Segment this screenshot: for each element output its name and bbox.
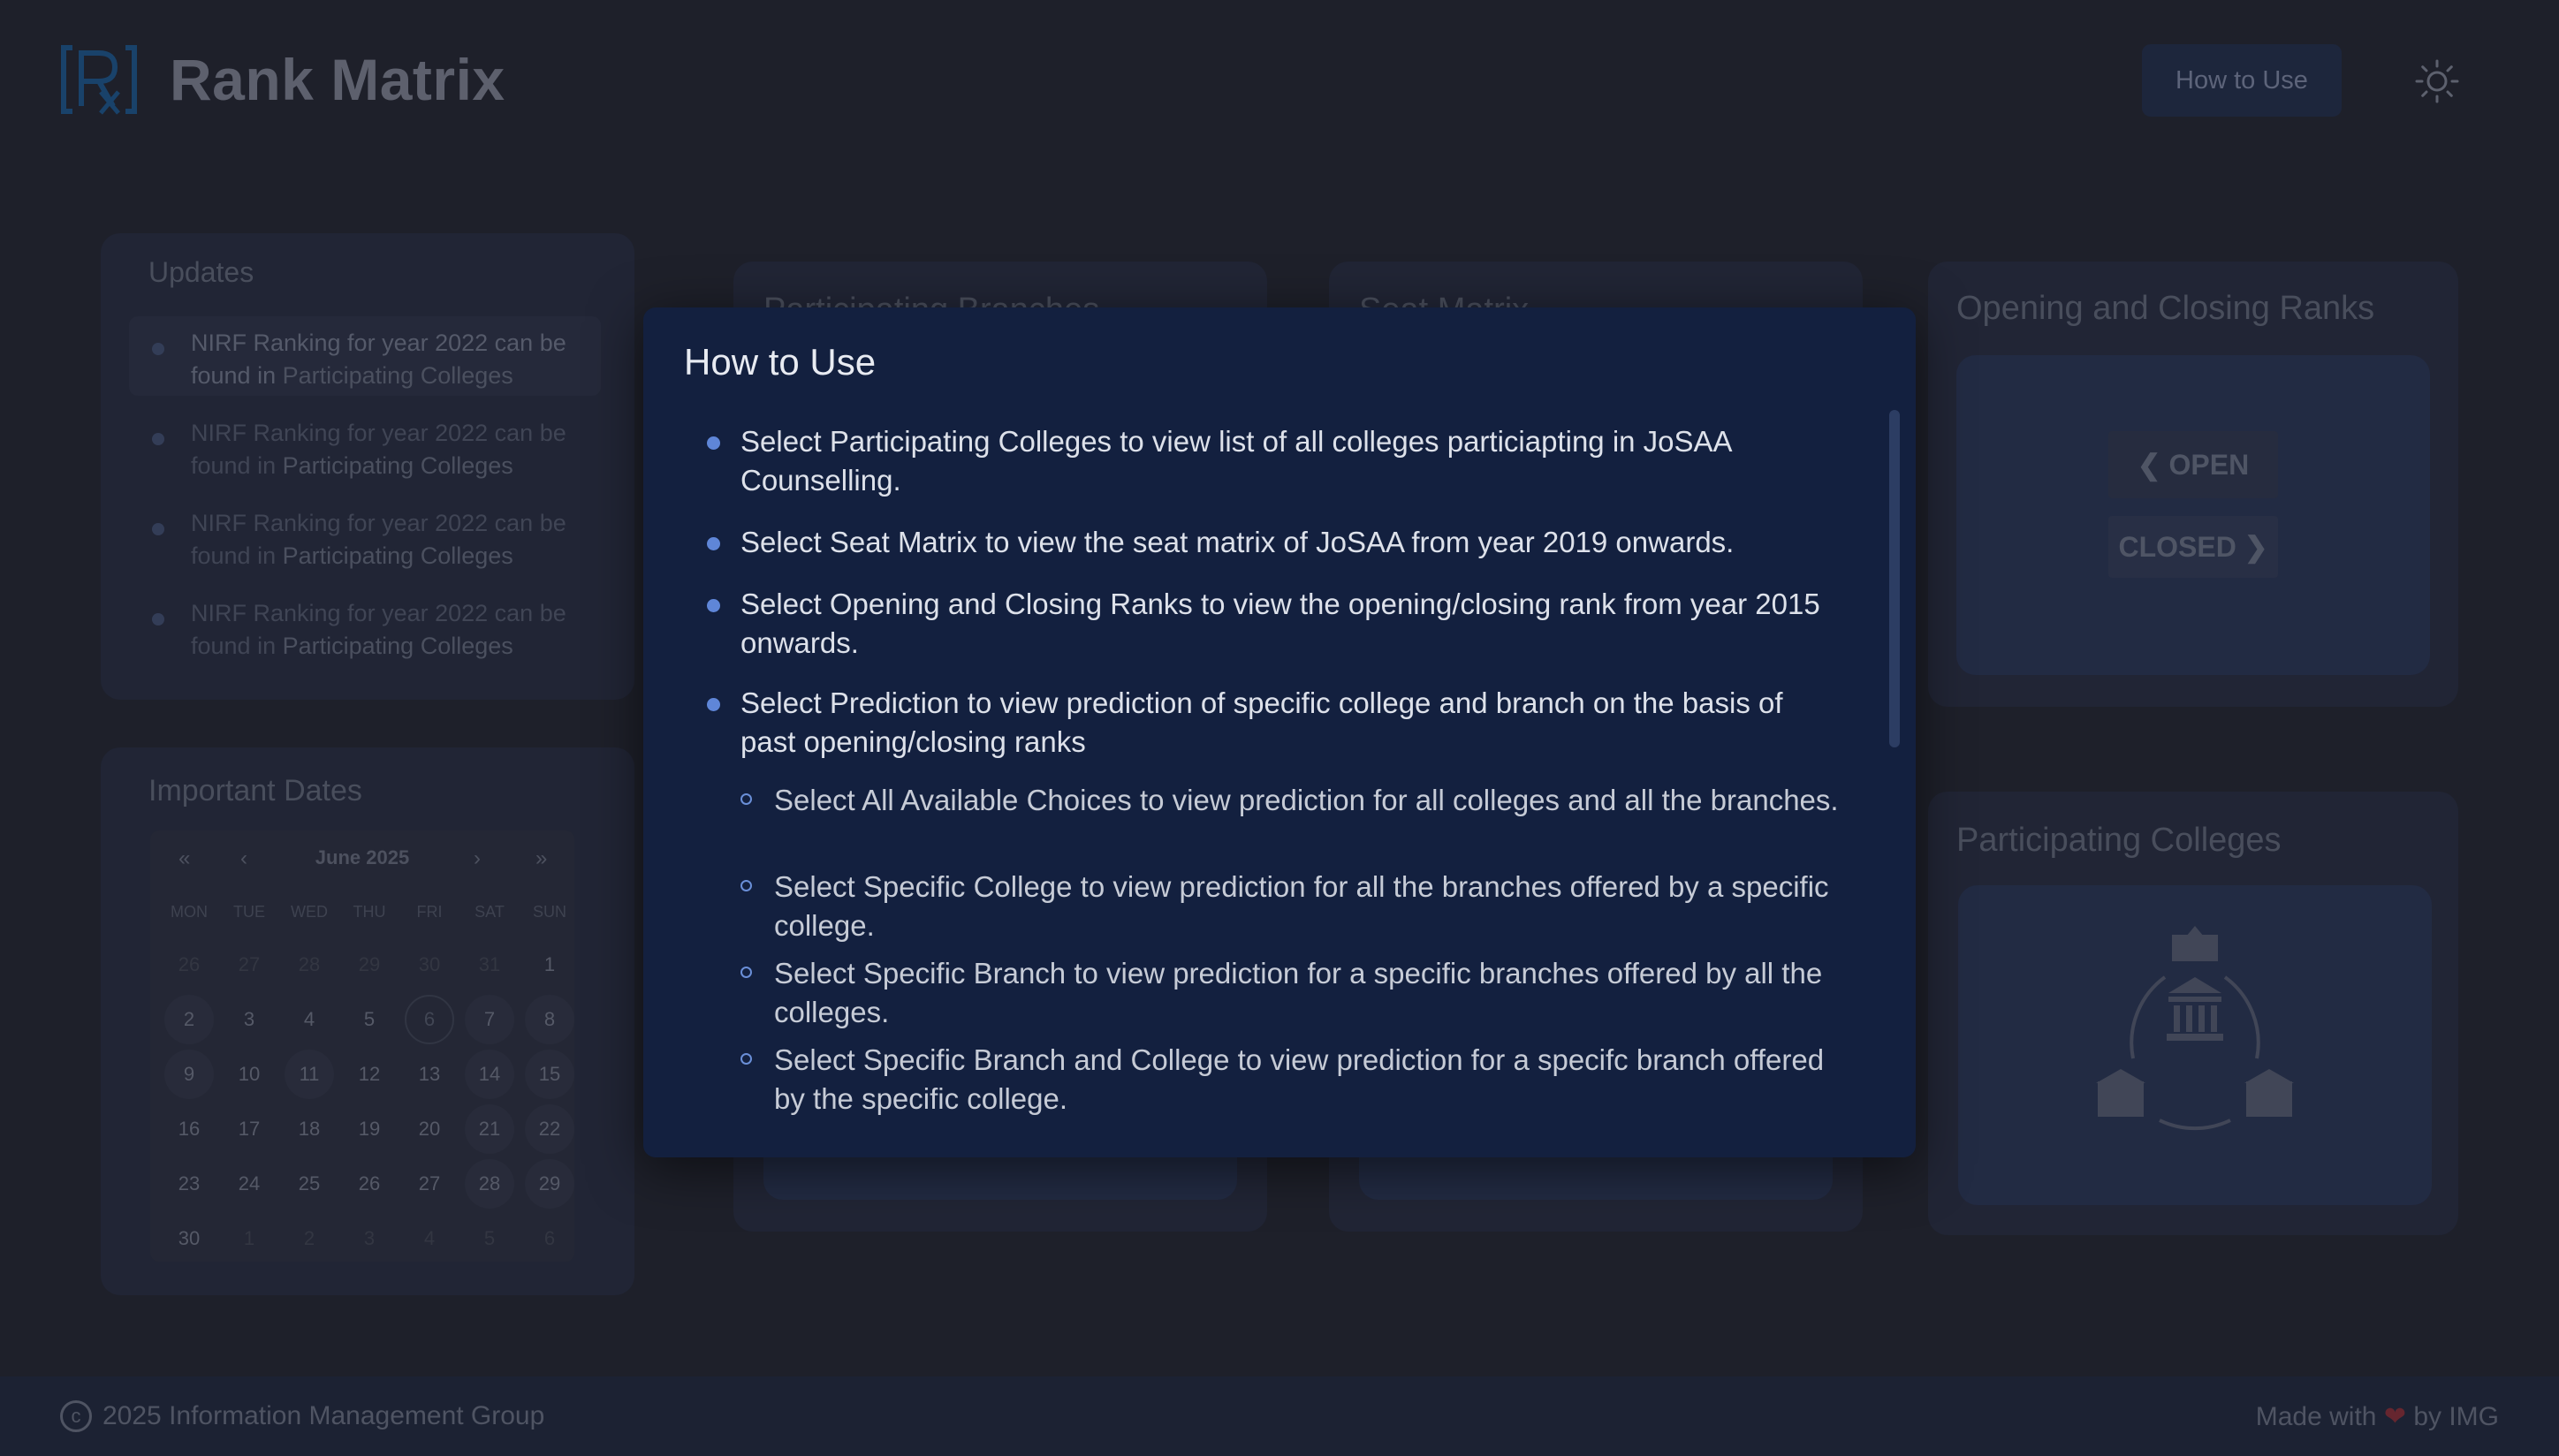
sub-instruction-text: Select All Available Choices to view pre…	[774, 784, 1839, 816]
hollow-bullet	[740, 880, 752, 891]
app-root: Rank Matrix How to Use Updates NIRF Rank…	[0, 0, 2559, 1456]
instruction-text: Select Opening and Closing Ranks to view…	[740, 588, 1820, 659]
instruction-item: Select Participating Colleges to view li…	[679, 422, 1845, 500]
instruction-text: Select Seat Matrix to view the seat matr…	[740, 526, 1735, 558]
hollow-bullet	[740, 1053, 752, 1065]
instruction-item: Select Seat Matrix to view the seat matr…	[679, 523, 1845, 562]
sub-instruction-item: Select Specific Branch and College to vi…	[679, 1041, 1845, 1119]
instruction-item: Select Opening and Closing Ranks to view…	[679, 585, 1845, 663]
instruction-text: Select Participating Colleges to view li…	[740, 425, 1731, 497]
bullet-dot	[707, 537, 720, 550]
scroll-fade	[643, 1126, 1916, 1157]
how-to-use-modal: How to Use Select Participating Colleges…	[643, 307, 1916, 1157]
sub-instruction-item: Select Specific Branch to view predictio…	[679, 954, 1845, 1032]
bullet-dot	[707, 436, 720, 450]
sub-instruction-text: Select Specific Branch and College to vi…	[774, 1043, 1825, 1115]
modal-title: How to Use	[684, 341, 877, 383]
bullet-dot	[707, 698, 720, 711]
instruction-item: Select Prediction to view prediction of …	[679, 684, 1845, 762]
sub-instruction-item: Select All Available Choices to view pre…	[679, 781, 1845, 820]
bullet-dot	[707, 599, 720, 612]
hollow-bullet	[740, 793, 752, 805]
hollow-bullet	[740, 967, 752, 978]
instruction-text: Select Prediction to view prediction of …	[740, 686, 1783, 758]
modal-scrollbar[interactable]	[1889, 410, 1900, 747]
sub-instruction-text: Select Specific College to view predicti…	[774, 870, 1829, 942]
modal-content[interactable]: Select Participating Colleges to view li…	[679, 422, 1845, 1129]
sub-instruction-text: Select Specific Branch to view predictio…	[774, 957, 1823, 1028]
sub-instruction-item: Select Specific College to view predicti…	[679, 868, 1845, 945]
